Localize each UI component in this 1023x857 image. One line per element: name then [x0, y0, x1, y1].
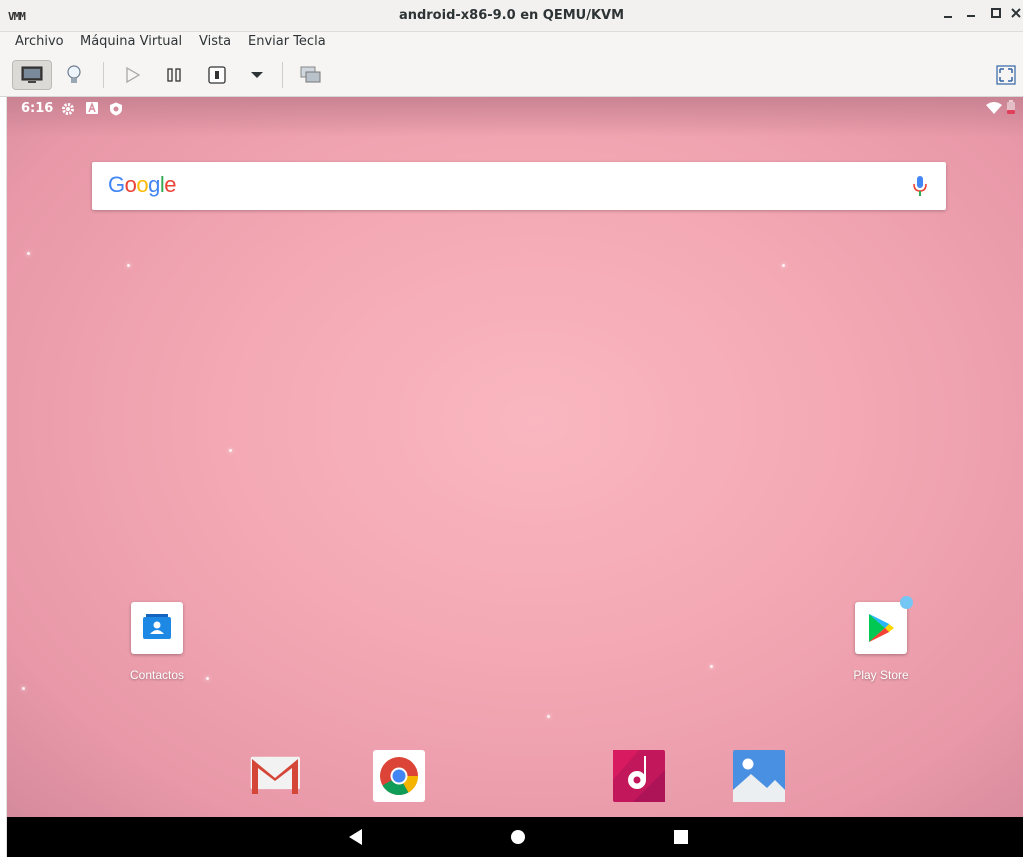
app-label: Play Store — [853, 668, 909, 682]
window-titlebar: VMM android-x86-9.0 en QEMU/KVM — [0, 0, 1023, 32]
home-button[interactable] — [498, 817, 538, 857]
toolbar-separator — [282, 62, 283, 88]
shutdown-menu-button[interactable] — [237, 60, 277, 90]
android-status-bar: 6:16 — [7, 97, 1023, 121]
console-view-button[interactable] — [12, 60, 52, 90]
wallpaper-sparkle — [229, 449, 232, 452]
android-home-screen[interactable]: 6:16 Google Contactos Play Store — [7, 97, 1023, 817]
pause-button[interactable] — [154, 60, 194, 90]
minimize-button[interactable] — [937, 6, 959, 26]
google-search-bar[interactable]: Google — [92, 162, 946, 210]
toolbar — [0, 54, 1023, 97]
photos-icon[interactable] — [733, 750, 785, 802]
settings-icon — [62, 103, 74, 115]
app-label: Contactos — [129, 668, 185, 682]
shutdown-button[interactable] — [197, 60, 237, 90]
wallpaper-sparkle — [206, 677, 209, 680]
window-left-edge — [0, 97, 7, 857]
music-icon[interactable] — [613, 750, 665, 802]
wallpaper-sparkle — [547, 715, 550, 718]
gmail-icon[interactable] — [249, 750, 301, 802]
battery-icon — [1007, 100, 1015, 114]
close-icon — [1011, 8, 1021, 18]
app-tile — [131, 602, 183, 654]
power-icon — [208, 66, 226, 84]
toolbar-separator — [103, 62, 104, 88]
menu-archivo[interactable]: Archivo — [15, 34, 64, 49]
monitor-icon — [21, 66, 43, 83]
home-icon — [511, 830, 525, 844]
wallpaper-sparkle — [27, 252, 30, 255]
menu-vista[interactable]: Vista — [199, 34, 231, 49]
snapshots-button[interactable] — [291, 60, 331, 90]
back-icon — [349, 829, 362, 845]
status-clock: 6:16 — [21, 101, 54, 116]
fullscreen-icon — [996, 65, 1016, 85]
pause-icon — [167, 68, 181, 82]
run-button[interactable] — [112, 60, 152, 90]
app-contactos[interactable]: Contactos — [112, 602, 202, 682]
play-store-icon — [869, 614, 894, 642]
microphone-icon[interactable] — [912, 175, 928, 197]
minimize-icon — [944, 16, 952, 18]
details-view-button[interactable] — [54, 60, 94, 90]
google-logo: Google — [108, 172, 177, 197]
snapshots-icon — [300, 66, 321, 83]
play-icon — [126, 66, 141, 84]
menu-enviar-tecla[interactable]: Enviar Tecla — [248, 34, 326, 49]
wallpaper-sparkle — [710, 665, 713, 668]
window-title: android-x86-9.0 en QEMU/KVM — [398, 8, 625, 23]
menubar: Archivo Máquina Virtual Vista Enviar Tec… — [0, 32, 1023, 54]
wallpaper-sparkle — [782, 264, 785, 267]
contacts-icon — [143, 614, 171, 639]
a-icon — [86, 102, 98, 114]
shield-icon — [110, 102, 122, 116]
android-nav-bar — [7, 817, 1023, 857]
restore-button[interactable] — [960, 6, 982, 26]
lightbulb-icon — [67, 65, 81, 83]
menu-maquina-virtual[interactable]: Máquina Virtual — [80, 34, 182, 49]
recents-icon — [674, 830, 688, 844]
chevron-down-icon — [251, 72, 263, 78]
wallpaper-sparkle — [127, 264, 130, 267]
app-play-store[interactable]: Play Store — [836, 596, 926, 682]
fullscreen-button[interactable] — [986, 60, 1023, 90]
maximize-button[interactable] — [985, 6, 1007, 26]
recents-button[interactable] — [661, 817, 701, 857]
notification-dot — [900, 596, 913, 609]
wifi-icon — [986, 102, 1002, 114]
wallpaper-sparkle — [22, 687, 25, 690]
app-tile — [855, 596, 913, 654]
back-button[interactable] — [335, 817, 375, 857]
close-button[interactable] — [1005, 6, 1023, 26]
chrome-icon[interactable] — [373, 750, 425, 802]
minimize-window-icon — [967, 15, 975, 17]
maximize-icon — [991, 8, 1001, 18]
